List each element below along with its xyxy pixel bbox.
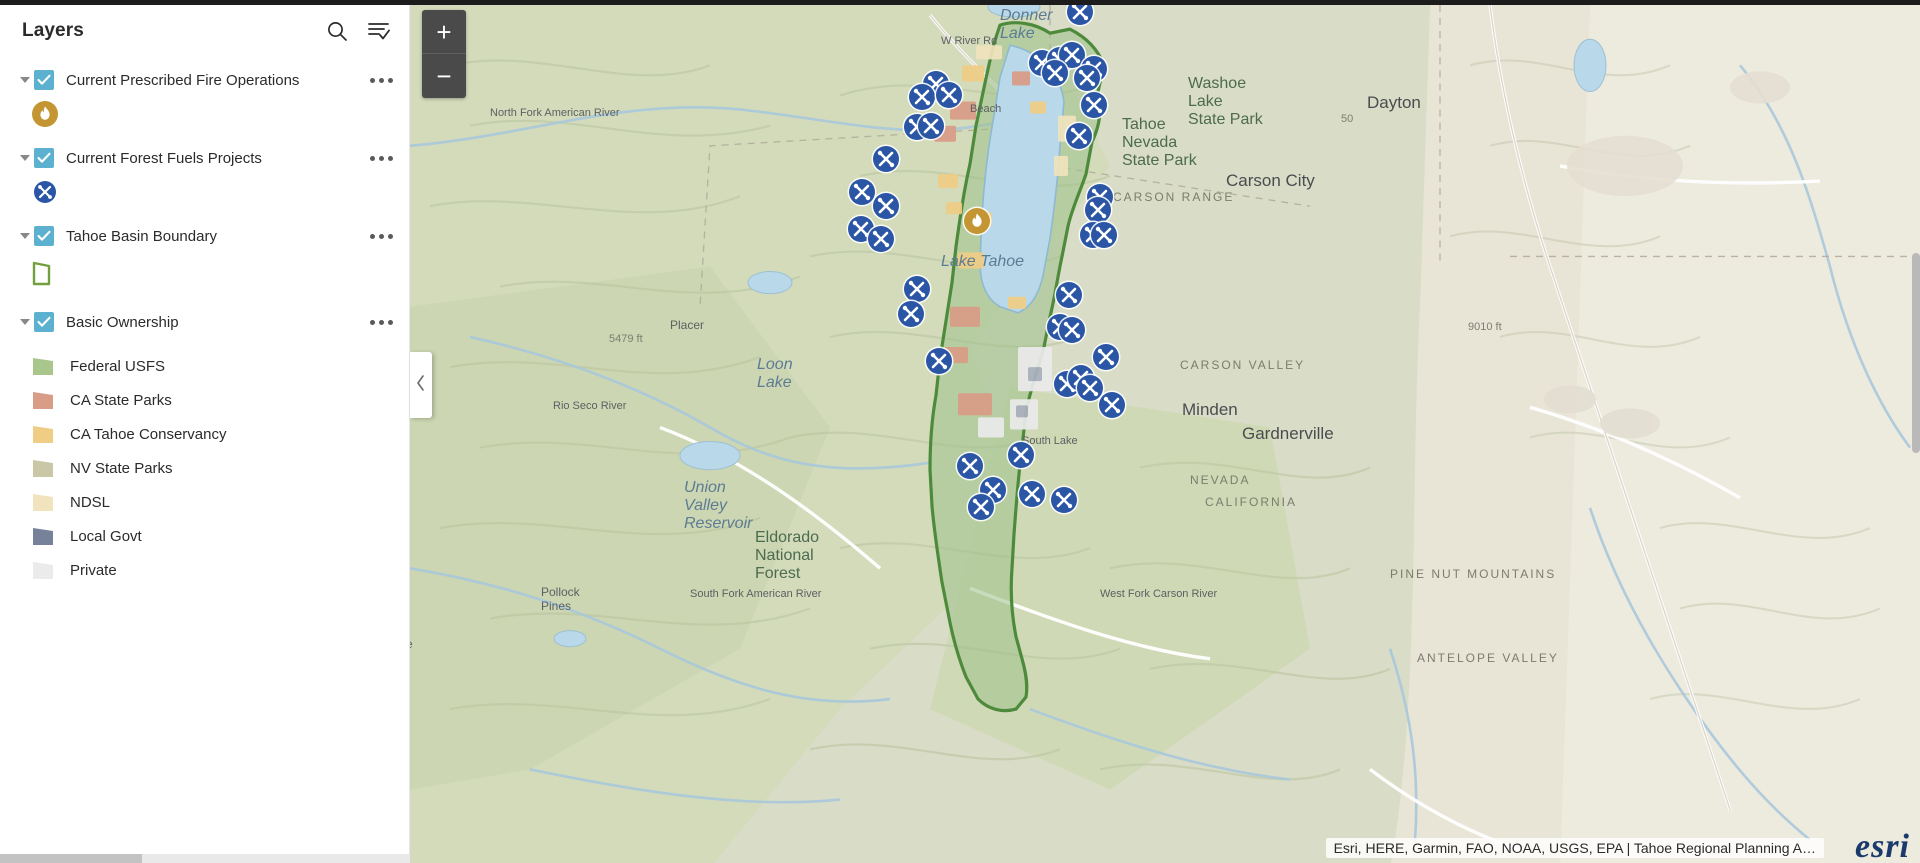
layer-label: Tahoe Basin Boundary	[66, 227, 217, 245]
fuels-project-marker[interactable]	[918, 113, 944, 139]
layer-options-ellipsis-icon[interactable]	[366, 311, 396, 333]
panel-header-actions	[324, 18, 392, 44]
search-icon[interactable]	[324, 18, 350, 44]
legend-item-label: NDSL	[70, 493, 111, 511]
layer-item-current-prescribed-fire-operations[interactable]: Current Prescribed Fire Operations	[0, 63, 410, 97]
layer-options-ellipsis-icon[interactable]	[366, 225, 396, 247]
layer-label: Current Prescribed Fire Operations	[66, 71, 300, 89]
prescribed-fire-marker[interactable]	[964, 208, 990, 234]
layer-visibility-checkbox[interactable]	[34, 148, 54, 168]
fuels-project-marker[interactable]	[909, 84, 935, 110]
map-attribution: Esri, HERE, Garmin, FAO, NOAA, USGS, EPA…	[1325, 838, 1824, 858]
legend-item-label: Private	[70, 561, 117, 579]
layer-visibility-checkbox[interactable]	[34, 226, 54, 246]
legend-item: Federal USFS	[0, 349, 410, 383]
layer-symbol-row	[0, 175, 410, 209]
filter-list-icon[interactable]	[366, 18, 392, 44]
esri-logo: esri	[1855, 828, 1910, 863]
legend-item-label: CA State Parks	[70, 391, 172, 409]
panel-scroll-thumb[interactable]	[0, 854, 142, 863]
fuels-project-marker[interactable]	[1085, 197, 1111, 223]
polygon-outline-swatch	[28, 259, 62, 289]
fuels-project-marker[interactable]	[968, 494, 994, 520]
page-title: Layers	[22, 20, 84, 41]
fuels-project-marker[interactable]	[1008, 442, 1034, 468]
fuels-project-marker[interactable]	[1081, 92, 1107, 118]
legend-color-swatch	[28, 354, 62, 378]
fuels-project-marker[interactable]	[898, 301, 924, 327]
legend-item-label: Federal USFS	[70, 357, 166, 375]
layer-label: Basic Ownership	[66, 313, 179, 331]
layer-list: Current Prescribed Fire Operations Curre…	[0, 57, 410, 587]
fuels-project-marker[interactable]	[868, 226, 894, 252]
legend-item: NV State Parks	[0, 451, 410, 485]
chevron-left-icon	[416, 374, 426, 396]
legend-color-swatch	[28, 524, 62, 548]
zoom-control: + −	[422, 10, 466, 98]
legend-item-label: NV State Parks	[70, 459, 173, 477]
fuels-project-marker[interactable]	[1042, 60, 1068, 86]
zoom-out-button[interactable]: −	[422, 54, 466, 98]
fuels-project-marker[interactable]	[926, 348, 952, 374]
fuels-project-marker[interactable]	[873, 146, 899, 172]
fuels-project-marker[interactable]	[1091, 222, 1117, 248]
fuels-project-marker[interactable]	[904, 276, 930, 302]
fuels-project-marker[interactable]	[1059, 317, 1085, 343]
legend-item: NDSL	[0, 485, 410, 519]
chevron-down-icon[interactable]	[18, 315, 32, 329]
crossed-tools-icon	[28, 181, 62, 203]
zoom-in-button[interactable]: +	[422, 10, 466, 54]
legend-item: Local Govt	[0, 519, 410, 553]
fuels-project-marker[interactable]	[1099, 392, 1125, 418]
layer-item-current-forest-fuels-projects[interactable]: Current Forest Fuels Projects	[0, 141, 410, 175]
chevron-down-icon[interactable]	[18, 151, 32, 165]
legend-color-swatch	[28, 490, 62, 514]
legend-item-label: Local Govt	[70, 527, 142, 545]
fuels-project-marker[interactable]	[849, 179, 875, 205]
legend-item-label: CA Tahoe Conservancy	[70, 425, 227, 443]
layer-options-ellipsis-icon[interactable]	[366, 147, 396, 169]
fuels-project-marker[interactable]	[1067, 5, 1093, 25]
basic-ownership-legend: Federal USFS CA State Parks CA Tahoe Conse…	[0, 339, 410, 587]
layers-panel-header: Layers	[0, 5, 410, 57]
layer-item-tahoe-basin-boundary[interactable]: Tahoe Basin Boundary	[0, 219, 410, 253]
layer-visibility-checkbox[interactable]	[34, 312, 54, 332]
window-top-bar	[0, 0, 1920, 5]
layer-item-basic-ownership[interactable]: Basic Ownership	[0, 305, 410, 339]
fuels-project-marker[interactable]	[1019, 481, 1045, 507]
legend-color-swatch	[28, 456, 62, 480]
map-vertical-scrollbar[interactable]	[1912, 253, 1920, 453]
layer-label: Current Forest Fuels Projects	[66, 149, 262, 167]
panel-horizontal-scrollbar[interactable]	[0, 854, 410, 863]
fire-flame-icon	[28, 101, 62, 127]
legend-item: Private	[0, 553, 410, 587]
fuels-project-marker[interactable]	[1093, 344, 1119, 370]
layers-panel: Layers Current Prescribed Fire Operation…	[0, 0, 410, 863]
legend-item: CA State Parks	[0, 383, 410, 417]
map-view[interactable]: Carson City Dayton Minden Gardnerville Lake …	[410, 5, 1920, 863]
fuels-project-marker[interactable]	[1066, 123, 1092, 149]
collapse-panel-button[interactable]	[410, 352, 432, 418]
fuels-project-marker[interactable]	[936, 82, 962, 108]
legend-color-swatch	[28, 388, 62, 412]
layer-visibility-checkbox[interactable]	[34, 70, 54, 90]
app-root: Layers Current Prescribed Fire Operation…	[0, 0, 1920, 863]
legend-color-swatch	[28, 558, 62, 582]
fuels-project-marker[interactable]	[873, 193, 899, 219]
fuels-project-marker[interactable]	[1056, 282, 1082, 308]
layer-options-ellipsis-icon[interactable]	[366, 69, 396, 91]
map-basemap	[410, 5, 1920, 863]
chevron-down-icon[interactable]	[18, 73, 32, 87]
layer-symbol-row	[0, 97, 410, 131]
fuels-project-marker[interactable]	[1051, 487, 1077, 513]
legend-color-swatch	[28, 422, 62, 446]
layer-symbol-row	[0, 253, 410, 295]
fuels-project-marker[interactable]	[1074, 65, 1100, 91]
fuels-project-marker[interactable]	[957, 453, 983, 479]
legend-item: CA Tahoe Conservancy	[0, 417, 410, 451]
chevron-down-icon[interactable]	[18, 229, 32, 243]
